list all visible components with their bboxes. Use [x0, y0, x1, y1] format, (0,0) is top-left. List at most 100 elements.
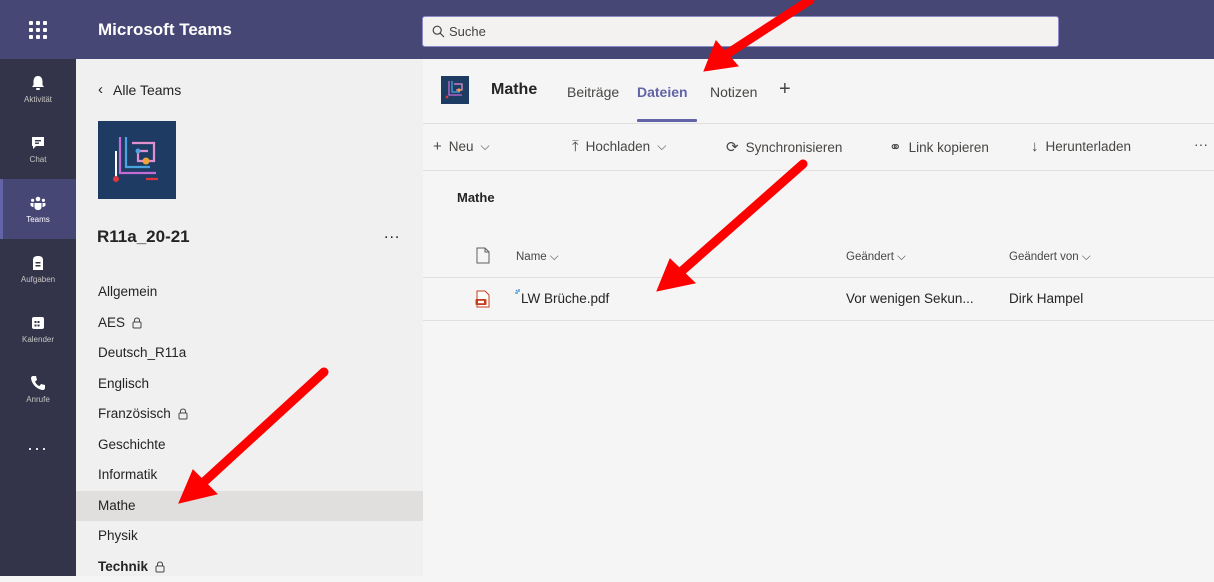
team-avatar[interactable]	[98, 121, 176, 199]
channel-item-mathe[interactable]: Mathe	[76, 491, 423, 522]
app-title: Microsoft Teams	[98, 0, 232, 59]
file-modified-by: Dirk Hampel	[1009, 291, 1083, 306]
lock-icon	[178, 408, 188, 420]
sync-label: Synchronisieren	[746, 140, 843, 155]
phone-icon	[29, 374, 47, 392]
channel-item-informatik[interactable]: Informatik	[76, 460, 423, 491]
file-type-icon[interactable]	[476, 247, 490, 264]
column-modified-label: Geändert	[846, 251, 894, 263]
channel-label: Mathe	[98, 491, 136, 522]
toolbar-more-button[interactable]: ···	[1194, 136, 1208, 152]
tab-notizen[interactable]: Notizen	[710, 84, 757, 100]
upload-button[interactable]: ⤒ Hochladen ⌵	[572, 138, 666, 155]
team-logo-icon	[98, 121, 176, 199]
download-label: Herunterladen	[1046, 139, 1132, 154]
rail-more-button[interactable]: ...	[0, 434, 76, 455]
channel-item-aes[interactable]: AES	[76, 308, 423, 339]
channel-item-physik[interactable]: Physik	[76, 521, 423, 552]
new-button[interactable]: + Neu ⌵	[433, 138, 490, 155]
pdf-file-icon	[475, 290, 491, 308]
rail-label: Teams	[26, 215, 50, 224]
search-placeholder: Suche	[449, 24, 486, 39]
rail-item-activity[interactable]: Aktivität	[0, 59, 76, 119]
file-name-link[interactable]: LW Brüche.pdf	[521, 291, 609, 306]
calendar-icon	[29, 314, 47, 332]
chevron-down-icon: ⌵	[1082, 251, 1091, 263]
top-bar: Microsoft Teams Suche	[0, 0, 1214, 59]
copy-link-button[interactable]: ⚭ Link kopieren	[889, 138, 989, 156]
channel-label: AES	[98, 308, 125, 339]
assignments-icon	[29, 254, 47, 272]
chevron-down-icon: ⌵	[897, 251, 906, 263]
table-row[interactable]: LW Brüche.pdf Vor wenigen Sekun... Dirk …	[423, 278, 1214, 321]
channel-label: Informatik	[98, 460, 157, 491]
tab-beitraege[interactable]: Beiträge	[567, 84, 619, 100]
channel-item-franzoesisch[interactable]: Französisch	[76, 399, 423, 430]
download-icon: ↓	[1031, 138, 1039, 155]
active-tab-indicator	[637, 119, 697, 122]
rail-item-teams[interactable]: Teams	[0, 179, 76, 239]
channel-item-technik[interactable]: Technik	[76, 552, 423, 582]
channel-team-icon	[441, 76, 469, 104]
channel-label: Englisch	[98, 369, 149, 400]
download-button[interactable]: ↓ Herunterladen	[1031, 138, 1131, 155]
channel-label: Deutsch_R11a	[98, 338, 186, 369]
bell-icon	[29, 74, 47, 92]
channel-label: Physik	[98, 521, 138, 552]
rail-item-assignments[interactable]: Aufgaben	[0, 239, 76, 299]
upload-label: Hochladen	[586, 139, 651, 154]
column-name-label: Name	[516, 251, 547, 263]
team-logo-icon	[441, 76, 469, 104]
teams-icon	[29, 194, 47, 212]
column-modified-by-label: Geändert von	[1009, 251, 1079, 263]
channel-label: Geschichte	[98, 430, 166, 461]
channel-item-englisch[interactable]: Englisch	[76, 369, 423, 400]
channel-title: Mathe	[491, 81, 537, 99]
channel-label: Französisch	[98, 399, 171, 430]
add-tab-button[interactable]: +	[779, 78, 791, 101]
back-label: Alle Teams	[113, 82, 181, 98]
new-label: Neu	[449, 139, 474, 154]
waffle-icon	[29, 21, 47, 39]
channel-content: Mathe Beiträge Dateien Notizen + + Neu ⌵…	[423, 59, 1214, 576]
channel-item-geschichte[interactable]: Geschichte	[76, 430, 423, 461]
chat-icon	[29, 134, 47, 152]
chevron-down-icon: ⌵	[657, 139, 666, 154]
link-icon: ⚭	[889, 138, 902, 156]
tab-dateien[interactable]: Dateien	[637, 84, 688, 100]
sync-icon: ⟳	[726, 138, 739, 156]
copy-link-label: Link kopieren	[909, 140, 989, 155]
plus-icon: +	[433, 138, 442, 155]
rail-item-chat[interactable]: Chat	[0, 119, 76, 179]
channel-item-allgemein[interactable]: Allgemein	[76, 277, 423, 308]
column-header-modified[interactable]: Geändert ⌵	[846, 251, 906, 264]
channel-label: Allgemein	[98, 277, 157, 308]
sync-button[interactable]: ⟳ Synchronisieren	[726, 138, 842, 156]
rail-item-calendar[interactable]: Kalender	[0, 299, 76, 359]
back-to-all-teams-link[interactable]: ‹ Alle Teams	[98, 81, 181, 98]
file-modified: Vor wenigen Sekun...	[846, 291, 974, 306]
search-icon	[432, 25, 445, 38]
upload-icon: ⤒	[572, 138, 579, 155]
folder-breadcrumb[interactable]: Mathe	[457, 190, 495, 205]
channel-header: Mathe Beiträge Dateien Notizen +	[423, 59, 1214, 124]
rail-label: Aktivität	[24, 95, 52, 104]
search-input[interactable]: Suche	[422, 16, 1059, 47]
team-name: R11a_20-21	[97, 227, 190, 247]
channel-label: Technik	[98, 552, 148, 582]
rail-label: Anrufe	[26, 395, 50, 404]
chevron-left-icon: ‹	[98, 81, 103, 98]
rail-label: Aufgaben	[21, 275, 55, 284]
column-header-name[interactable]: Name ⌵	[516, 251, 559, 264]
rail-label: Chat	[30, 155, 47, 164]
app-rail: Aktivität Chat Teams Aufgaben	[0, 59, 76, 576]
team-more-options-button[interactable]: ...	[384, 225, 400, 243]
rail-label: Kalender	[22, 335, 54, 344]
chevron-down-icon: ⌵	[550, 251, 559, 263]
channel-list: Allgemein AES Deutsch_R11a Englisch Fran…	[76, 277, 423, 582]
column-header-modified-by[interactable]: Geändert von ⌵	[1009, 251, 1091, 264]
rail-item-calls[interactable]: Anrufe	[0, 359, 76, 419]
channel-item-deutsch[interactable]: Deutsch_R11a	[76, 338, 423, 369]
app-launcher-button[interactable]	[0, 0, 76, 59]
chevron-down-icon: ⌵	[481, 139, 490, 154]
